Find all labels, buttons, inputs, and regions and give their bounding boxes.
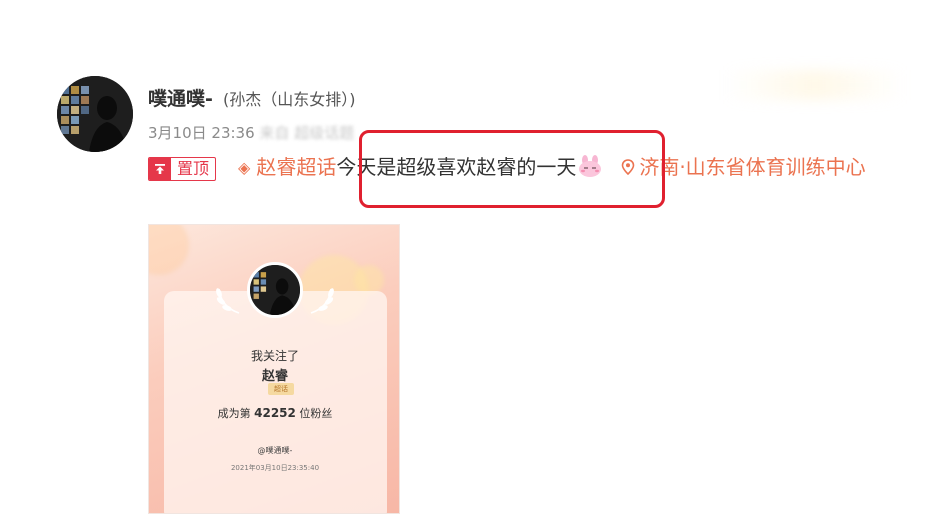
decor-bubble — [149, 225, 189, 275]
pin-top-icon — [149, 157, 171, 180]
card-rank: 成为第 42252 位粉丝 — [149, 405, 399, 421]
card-rank-suffix: 位粉丝 — [299, 407, 333, 420]
laurel-right-icon — [310, 288, 334, 314]
post-image[interactable]: 我关注了 赵睿 超话 成为第 42252 位粉丝 @噗通噗- 2021年03月1… — [148, 224, 400, 514]
highlight-annotation-box — [359, 130, 665, 208]
card-handle: @噗通噗- — [257, 446, 293, 455]
laurel-left-icon — [216, 288, 240, 314]
username-link[interactable]: 噗通噗- — [148, 84, 213, 111]
card-timestamp: 2021年03月10日23:35:40 — [230, 464, 320, 472]
post-date[interactable]: 3月10日 23:36 — [148, 124, 255, 142]
user-avatar[interactable] — [57, 76, 133, 152]
super-topic-label: 赵睿超话 — [256, 155, 337, 179]
card-rank-number: 42252 — [254, 406, 296, 420]
card-avatar — [247, 262, 303, 318]
super-topic-diamond-icon: ◈ — [238, 158, 251, 177]
weibo-post: 噗通噗- (孙杰（山东女排）) 3月10日 23:36 来自 超级话题 置顶 ◈… — [0, 0, 925, 514]
user-remark: (孙杰（山东女排）) — [223, 90, 356, 109]
follow-card — [164, 291, 387, 513]
card-tag: 超话 — [268, 383, 294, 395]
card-name: 赵睿 — [261, 369, 288, 384]
location-label: 济南·山东省体育训练中心 — [639, 155, 866, 179]
post-source: 来自 超级话题 — [259, 124, 355, 142]
post-meta: 3月10日 23:36 来自 超级话题 — [148, 122, 354, 143]
super-topic-link[interactable]: ◈ 赵睿超话 — [238, 155, 336, 179]
card-rank-prefix: 成为第 — [217, 407, 251, 420]
blurred-decoration — [725, 70, 905, 100]
card-follow-text: 我关注了 — [250, 349, 299, 363]
pinned-label: 置顶 — [177, 158, 210, 178]
pinned-badge: 置顶 — [148, 156, 217, 181]
avatar-image — [57, 76, 133, 152]
